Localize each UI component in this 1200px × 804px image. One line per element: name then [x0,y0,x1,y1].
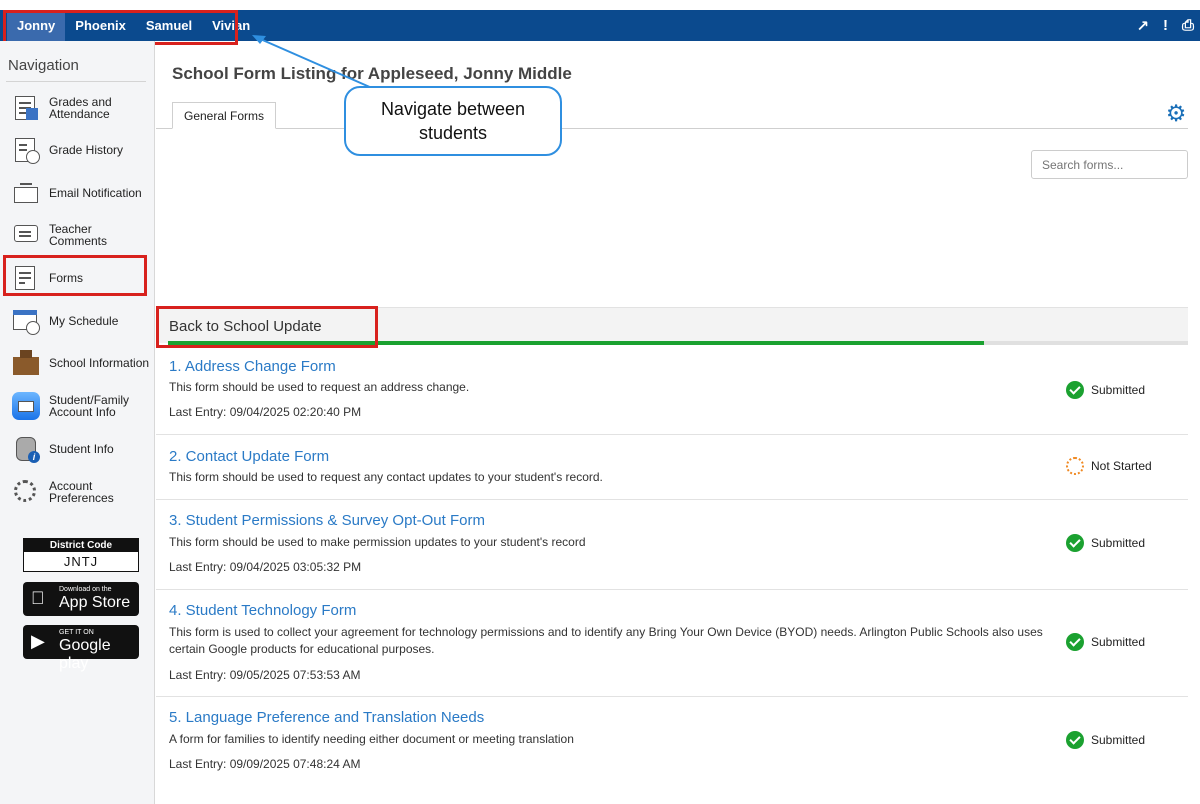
callout-note: Navigate between students [344,86,562,156]
callout-arrow [252,35,373,89]
